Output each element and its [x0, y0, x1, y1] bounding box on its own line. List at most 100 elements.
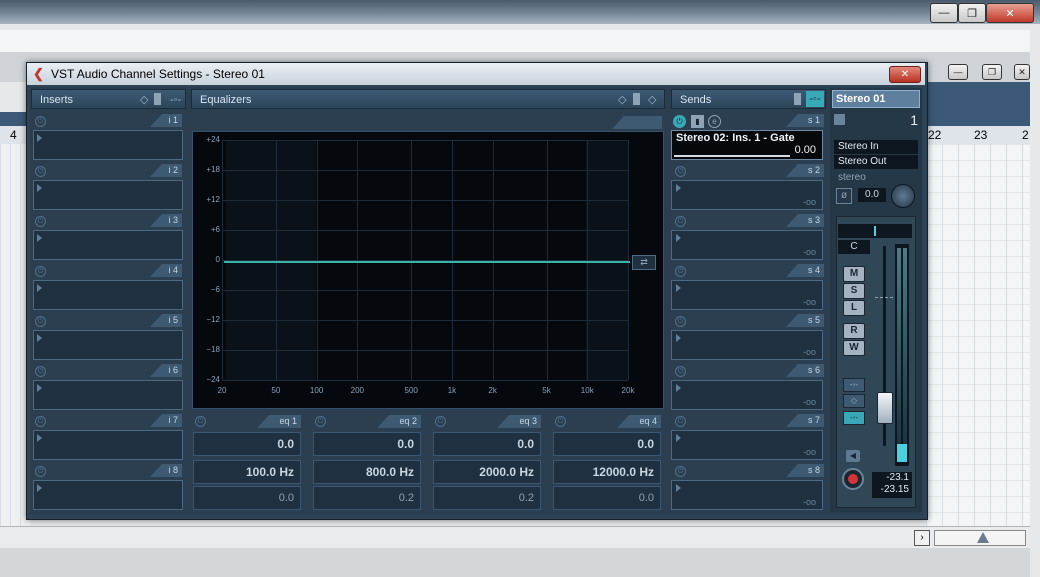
- insert-power-icon[interactable]: ⏻: [35, 166, 46, 177]
- expand-arrow-icon[interactable]: [676, 234, 681, 242]
- eq-band-power-icon[interactable]: ⏻: [195, 416, 206, 427]
- insert-power-icon[interactable]: ⏻: [35, 416, 46, 427]
- listen-button[interactable]: L: [843, 300, 865, 316]
- insert-handle-icon[interactable]: [154, 93, 161, 105]
- send-slot[interactable]: -oo: [671, 430, 823, 460]
- expand-arrow-icon[interactable]: [37, 284, 42, 292]
- eq-q-field[interactable]: 0.0: [553, 486, 661, 510]
- send-power-icon[interactable]: ⏻: [675, 316, 686, 327]
- expand-arrow-icon[interactable]: [37, 334, 42, 342]
- insert-slot[interactable]: [33, 380, 183, 410]
- dialog-title-bar[interactable]: ❮ VST Audio Channel Settings - Stereo 01…: [27, 63, 925, 85]
- input-routing[interactable]: Stereo In: [834, 140, 918, 154]
- send-prepost-icon[interactable]: ▮: [691, 115, 704, 128]
- solo-button[interactable]: S: [843, 283, 865, 299]
- scroll-right-button[interactable]: ›: [914, 530, 930, 546]
- expand-arrow-icon[interactable]: [37, 484, 42, 492]
- expand-arrow-icon[interactable]: [676, 334, 681, 342]
- output-routing[interactable]: Stereo Out: [834, 155, 918, 169]
- send-slot[interactable]: -oo: [671, 280, 823, 310]
- insert-power-icon[interactable]: ⏻: [35, 316, 46, 327]
- send-slot[interactable]: -oo: [671, 380, 823, 410]
- bypass-icon[interactable]: ◇: [140, 90, 148, 110]
- insert-slot[interactable]: [33, 280, 183, 310]
- eq-frequency-field[interactable]: 100.0 Hz: [193, 460, 301, 484]
- send-power-icon[interactable]: ⏻: [675, 166, 686, 177]
- expand-arrow-icon[interactable]: [37, 434, 42, 442]
- eq-handle-icon[interactable]: [633, 93, 640, 105]
- event-grid-right[interactable]: [926, 144, 1030, 526]
- monitor-icon[interactable]: ◀: [846, 450, 860, 462]
- send-power-icon[interactable]: ⏻: [675, 216, 686, 227]
- expand-arrow-icon[interactable]: [676, 384, 681, 392]
- pan-control[interactable]: [838, 224, 912, 238]
- project-close-button[interactable]: ✕: [1014, 64, 1030, 80]
- eq-frequency-field[interactable]: 800.0 Hz: [313, 460, 421, 484]
- input-gain-value[interactable]: 0.0: [858, 188, 886, 202]
- close-button[interactable]: ✕: [986, 3, 1034, 23]
- insert-slot[interactable]: [33, 430, 183, 460]
- volume-fader-handle[interactable]: [877, 392, 893, 424]
- eq-frequency-field[interactable]: 12000.0 Hz: [553, 460, 661, 484]
- insert-power-icon[interactable]: ⏻: [35, 116, 46, 127]
- project-minimize-button[interactable]: —: [948, 64, 968, 80]
- channel-name[interactable]: Stereo 01: [832, 90, 920, 108]
- insert-slot[interactable]: [33, 230, 183, 260]
- eq-gain-field[interactable]: 0.0: [553, 432, 661, 456]
- sends-handle-icon[interactable]: [794, 93, 801, 105]
- eq-gain-field[interactable]: 0.0: [193, 432, 301, 456]
- expand-arrow-icon[interactable]: [37, 234, 42, 242]
- eq-reset-icon[interactable]: ⇄: [632, 255, 656, 270]
- send-edit-icon[interactable]: e: [708, 115, 721, 128]
- sends-routing-icon[interactable]: -◦-: [806, 91, 824, 107]
- insert-bypass-icon[interactable]: ◇: [843, 394, 865, 408]
- expand-arrow-icon[interactable]: [37, 134, 42, 142]
- expand-arrow-icon[interactable]: [37, 184, 42, 192]
- eq-bypass-icon[interactable]: ◇: [618, 90, 626, 110]
- eq-flip-icon[interactable]: ◇: [648, 90, 656, 110]
- insert-power-icon[interactable]: ⏻: [35, 266, 46, 277]
- send-power-icon[interactable]: ⏻: [675, 466, 686, 477]
- fx-bypass-icon[interactable]: -◦-: [843, 378, 865, 392]
- insert-power-icon[interactable]: ⏻: [35, 366, 46, 377]
- record-enable-button[interactable]: [842, 468, 864, 490]
- eq-q-field[interactable]: 0.2: [433, 486, 541, 510]
- expand-arrow-icon[interactable]: [676, 184, 681, 192]
- input-gain-knob[interactable]: [891, 184, 915, 208]
- send-power-icon[interactable]: ⏻: [675, 266, 686, 277]
- expand-arrow-icon[interactable]: [676, 484, 681, 492]
- insert-power-icon[interactable]: ⏻: [35, 216, 46, 227]
- eq-band-power-icon[interactable]: ⏻: [555, 416, 566, 427]
- insert-slot[interactable]: [33, 130, 183, 160]
- eq-band-power-icon[interactable]: ⏻: [435, 416, 446, 427]
- insert-routing-icon[interactable]: -◦-: [170, 90, 181, 110]
- expand-arrow-icon[interactable]: [676, 434, 681, 442]
- eq-q-field[interactable]: 0.0: [193, 486, 301, 510]
- insert-slot[interactable]: [33, 180, 183, 210]
- expand-arrow-icon[interactable]: [37, 384, 42, 392]
- write-automation-button[interactable]: W: [843, 340, 865, 356]
- eq-gain-field[interactable]: 0.0: [433, 432, 541, 456]
- maximize-button[interactable]: ❐: [958, 3, 986, 23]
- insert-power-icon[interactable]: ⏻: [35, 466, 46, 477]
- send-power-icon[interactable]: ⏻: [675, 416, 686, 427]
- phase-invert-icon[interactable]: ø: [836, 188, 852, 204]
- minimize-button[interactable]: —: [930, 3, 958, 23]
- zoom-slider-thumb[interactable]: [977, 532, 989, 543]
- send-slot[interactable]: -oo: [671, 180, 823, 210]
- ruler-right-bar[interactable]: 22 23 2: [926, 126, 1030, 144]
- send-power-icon[interactable]: ⏻: [675, 366, 686, 377]
- read-automation-button[interactable]: R: [843, 323, 865, 339]
- send-slot[interactable]: -oo: [671, 230, 823, 260]
- dialog-close-button[interactable]: ✕: [889, 66, 921, 83]
- channel-menu-icon[interactable]: [834, 114, 845, 125]
- send-slot[interactable]: -oo: [671, 330, 823, 360]
- send-slot[interactable]: -oo: [671, 480, 823, 510]
- sends-bypass-icon[interactable]: -◦-: [843, 411, 865, 425]
- expand-arrow-icon[interactable]: [676, 284, 681, 292]
- eq-q-field[interactable]: 0.2: [313, 486, 421, 510]
- eq-band-power-icon[interactable]: ⏻: [315, 416, 326, 427]
- send-slot[interactable]: Stereo 02: Ins. 1 - Gate 0.00: [671, 130, 823, 160]
- send-power-icon[interactable]: ⏻: [673, 115, 686, 128]
- insert-slot[interactable]: [33, 330, 183, 360]
